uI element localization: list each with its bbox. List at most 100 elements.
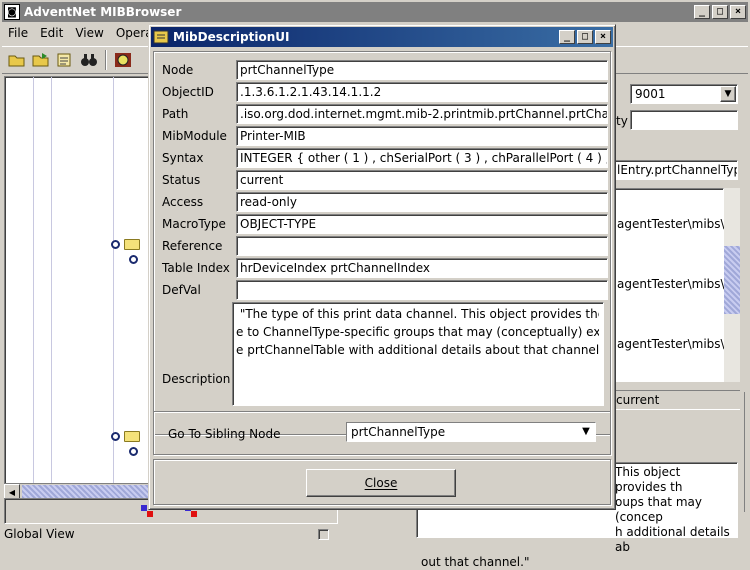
prop-row-access: Access read-only — [162, 192, 608, 212]
open-folder-icon[interactable] — [6, 49, 28, 71]
dialog-title: MibDescriptionUI — [173, 30, 290, 44]
prop-label: Status — [162, 173, 201, 187]
description-line: oups that may (concep — [615, 495, 702, 524]
prop-row-objectid: ObjectID .1.3.6.1.2.1.43.14.1.1.2 — [162, 82, 608, 102]
prop-row-mibmodule: MibModule Printer-MIB — [162, 126, 608, 146]
minimize-button[interactable]: _ — [694, 5, 710, 19]
node-icon — [129, 255, 138, 264]
mibmodule-field[interactable]: Printer-MIB — [236, 126, 608, 146]
node-icon — [129, 447, 138, 456]
dialog-close-button[interactable]: × — [595, 30, 611, 44]
tree-node[interactable] — [129, 255, 138, 264]
right-panel-edge — [744, 392, 748, 512]
save-folder-icon[interactable] — [30, 49, 52, 71]
description-line: This object provides th — [615, 465, 683, 494]
prop-row-defval: DefVal — [162, 280, 608, 300]
scroll-thumb[interactable] — [724, 246, 740, 314]
main-title: AdventNet MIBBrowser — [24, 5, 182, 19]
syntax-field[interactable]: INTEGER { other ( 1 ) , chSerialPort ( 3… — [236, 148, 608, 168]
prop-row-status: Status current — [162, 170, 608, 190]
prop-label: MacroType — [162, 217, 226, 231]
dialog-titlebar: MibDescriptionUI _ □ × — [151, 27, 613, 47]
folder-icon — [124, 431, 140, 442]
result-line: agentTester\mibs\R — [617, 337, 733, 351]
chevron-down-icon[interactable]: ▼ — [720, 86, 736, 102]
tree-node[interactable] — [111, 431, 140, 442]
result-text-pane[interactable]: agentTester\mibs\R agentTester\mibs\R ag… — [612, 188, 733, 382]
prop-label: ObjectID — [162, 85, 214, 99]
prop-label: MibModule — [162, 129, 227, 143]
result-vertical-scrollbar[interactable] — [724, 188, 740, 382]
prop-label: Access — [162, 195, 204, 209]
close-panel: Close — [153, 459, 611, 505]
close-button[interactable]: Close — [306, 469, 456, 497]
sibling-value: prtChannelType — [351, 425, 446, 439]
sibling-node-select[interactable]: prtChannelType ▼ — [346, 422, 596, 442]
node-icon — [111, 240, 120, 249]
prop-label: Syntax — [162, 151, 204, 165]
prop-row-path: Path .iso.org.dod.internet.mgmt.mib-2.pr… — [162, 104, 608, 124]
port-select[interactable]: 9001 ▼ — [630, 84, 738, 104]
document-icon[interactable] — [54, 49, 76, 71]
community-input[interactable] — [630, 110, 738, 130]
dialog-minimize-button[interactable]: _ — [559, 30, 575, 44]
description-line: e to ChannelType-specific groups that ma… — [236, 325, 599, 339]
prop-label: DefVal — [162, 283, 201, 297]
node-field[interactable]: prtChannelType — [236, 60, 608, 80]
port-value: 9001 — [635, 87, 666, 101]
dialog-maximize-button[interactable]: □ — [577, 30, 593, 44]
properties-panel: Node prtChannelType ObjectID .1.3.6.1.2.… — [153, 51, 611, 435]
description-line: "The type of this print data channel. Th… — [239, 307, 599, 321]
description-line: out that channel." — [421, 555, 530, 569]
binoculars-icon[interactable] — [78, 49, 100, 71]
main-titlebar: ◙ AdventNet MIBBrowser _ □ × — [2, 2, 748, 22]
tree-node[interactable] — [111, 239, 140, 250]
objectid-field[interactable]: .1.3.6.1.2.1.43.14.1.1.2 — [236, 82, 608, 102]
global-view-marker — [191, 511, 197, 517]
chevron-down-icon[interactable]: ▼ — [579, 425, 593, 439]
menubar: File Edit View Opera — [2, 24, 159, 44]
maximize-button[interactable]: □ — [712, 5, 728, 19]
result-line: agentTester\mibs\R — [617, 277, 733, 291]
macrotype-field[interactable]: OBJECT-TYPE — [236, 214, 608, 234]
folder-icon — [124, 239, 140, 250]
prop-label: Node — [162, 63, 194, 77]
close-window-button[interactable]: × — [730, 5, 746, 19]
sibling-label: Go To Sibling Node — [168, 427, 281, 441]
compass-icon[interactable] — [112, 49, 134, 71]
status-field[interactable]: current — [236, 170, 608, 190]
menu-edit[interactable]: Edit — [34, 24, 69, 44]
menu-file[interactable]: File — [2, 24, 34, 44]
prop-label: Table Index — [162, 261, 230, 275]
prop-label: Reference — [162, 239, 223, 253]
global-view-checkbox[interactable] — [318, 529, 329, 540]
description-textarea[interactable]: "The type of this print data channel. Th… — [232, 302, 604, 406]
oid-input[interactable]: lEntry.prtChannelType — [612, 160, 738, 180]
global-view-label: Global View — [4, 527, 75, 541]
prop-label: Path — [162, 107, 189, 121]
prop-row-tableindex: Table Index hrDeviceIndex prtChannelInde… — [162, 258, 608, 278]
tableindex-field[interactable]: hrDeviceIndex prtChannelIndex — [236, 258, 608, 278]
defval-field[interactable] — [236, 280, 608, 300]
access-field[interactable]: read-only — [236, 192, 608, 212]
node-icon — [111, 432, 120, 441]
mib-description-dialog: MibDescriptionUI _ □ × Node prtChannelTy… — [148, 24, 616, 510]
menu-view[interactable]: View — [69, 24, 109, 44]
toolbar-separator — [105, 50, 107, 70]
description-line: e prtChannelTable with additional detail… — [236, 343, 599, 357]
tree-guide-line — [33, 77, 34, 495]
path-field[interactable]: .iso.org.dod.internet.mgmt.mib-2.printmi… — [236, 104, 608, 124]
tree-guide-line — [51, 77, 52, 495]
dialog-app-icon — [153, 29, 169, 45]
prop-row-syntax: Syntax INTEGER { other ( 1 ) , chSerialP… — [162, 148, 608, 168]
community-label: ty — [616, 114, 628, 128]
app-icon: ◙ — [4, 4, 20, 20]
global-view-marker — [147, 511, 153, 517]
reference-field[interactable] — [236, 236, 608, 256]
tree-node[interactable] — [129, 447, 138, 456]
prop-row-reference: Reference — [162, 236, 608, 256]
result-line: agentTester\mibs\R — [617, 217, 733, 231]
prop-row-node: Node prtChannelType — [162, 60, 608, 80]
sibling-panel: Go To Sibling Node prtChannelType ▼ — [153, 411, 611, 455]
prop-row-macrotype: MacroType OBJECT-TYPE — [162, 214, 608, 234]
